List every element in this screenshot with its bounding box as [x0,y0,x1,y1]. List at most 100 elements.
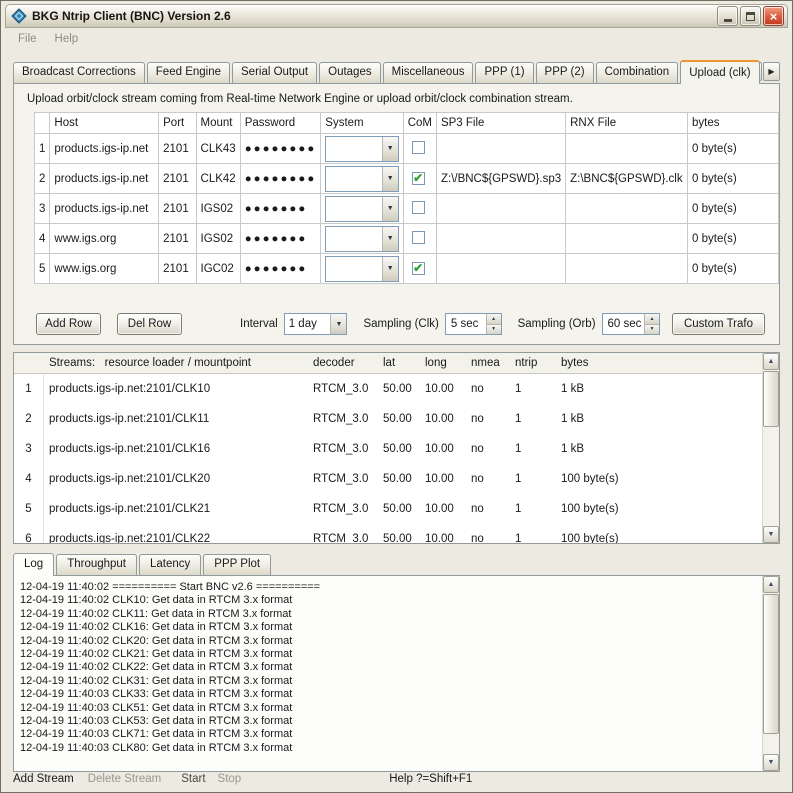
add-row-button[interactable]: Add Row [36,313,101,335]
tab-latency[interactable]: Latency [139,554,201,575]
sp3-file-cell[interactable] [436,194,565,224]
rnx-file-cell[interactable] [566,194,688,224]
spin-down-icon[interactable]: ▼ [487,325,501,335]
tab-ppp-1[interactable]: PPP (1) [475,62,533,83]
menu-file[interactable]: File [9,31,46,47]
scrollbar-track[interactable] [763,428,779,526]
streams-header-decoder: decoder [309,357,379,369]
chevron-down-icon[interactable]: ▼ [382,137,398,161]
tab-log[interactable]: Log [13,553,54,576]
del-row-button[interactable]: Del Row [117,313,182,335]
log-scrollbar[interactable]: ▲ ▼ [762,576,779,771]
tab-feed-engine[interactable]: Feed Engine [147,62,230,83]
com-checkbox[interactable] [412,201,425,214]
log-output[interactable]: 12-04-19 11:40:02 ========== Start BNC v… [14,576,762,771]
tab-upload-clk[interactable]: Upload (clk) [680,60,759,84]
sp3-file-cell[interactable] [436,254,565,284]
tab-combination[interactable]: Combination [596,62,679,83]
stop-button[interactable]: Stop [218,773,242,785]
mount-cell[interactable]: CLK43 [196,134,240,164]
rnx-file-cell[interactable] [566,254,688,284]
com-checkbox[interactable] [412,141,425,154]
com-checkbox[interactable]: ✔ [412,262,425,275]
minimize-icon [724,19,732,22]
password-field[interactable]: ●●●●●●● [240,224,321,254]
streams-scrollbar[interactable]: ▲ ▼ [762,353,779,543]
tab-broadcast-corrections[interactable]: Broadcast Corrections [13,62,145,83]
interval-combobox[interactable]: 1 day ▼ [284,313,348,335]
tab-ppp-2[interactable]: PPP (2) [536,62,594,83]
host-cell[interactable]: products.igs-ip.net [50,134,159,164]
minimize-button[interactable] [717,6,738,26]
start-button[interactable]: Start [181,773,205,785]
scroll-down-icon[interactable]: ▼ [763,526,779,543]
password-field[interactable]: ●●●●●●● [240,194,321,224]
rnx-file-cell[interactable] [566,224,688,254]
host-cell[interactable]: www.igs.org [50,224,159,254]
spin-up-icon[interactable]: ▲ [645,314,659,325]
chevron-down-icon[interactable]: ▼ [382,167,398,191]
delete-stream-button[interactable]: Delete Stream [88,773,162,785]
sp3-file-cell[interactable] [436,224,565,254]
rnx-file-cell[interactable] [566,134,688,164]
scrollbar-track[interactable] [763,735,779,754]
scrollbar-thumb[interactable] [763,594,779,734]
system-combobox[interactable]: ▼ [325,136,398,162]
tab-serial-output[interactable]: Serial Output [232,62,317,83]
stream-row[interactable]: 6products.igs-ip.net:2101/CLK22RTCM_3.05… [14,524,762,543]
sp3-file-cell[interactable]: Z:\/BNC${GPSWD}.sp3 [436,164,565,194]
chevron-down-icon[interactable]: ▼ [382,227,398,251]
port-cell[interactable]: 2101 [159,164,196,194]
sampling-orb-spinner[interactable]: 60 sec ▲ ▼ [602,313,660,335]
system-combobox[interactable]: ▼ [325,166,398,192]
sampling-clk-spinner[interactable]: 5 sec ▲ ▼ [445,313,502,335]
mount-cell[interactable]: IGC02 [196,254,240,284]
tab-scroll-right-button[interactable]: ▶ [763,62,780,81]
port-cell[interactable]: 2101 [159,134,196,164]
scroll-down-icon[interactable]: ▼ [763,754,779,771]
stream-row[interactable]: 1products.igs-ip.net:2101/CLK10RTCM_3.05… [14,374,762,404]
mount-cell[interactable]: IGS02 [196,194,240,224]
scrollbar-thumb[interactable] [763,371,779,427]
menu-help[interactable]: Help [46,31,88,47]
com-checkbox[interactable]: ✔ [412,172,425,185]
system-combobox[interactable]: ▼ [325,196,398,222]
chevron-down-icon[interactable]: ▼ [382,197,398,221]
password-field[interactable]: ●●●●●●●● [240,164,321,194]
host-cell[interactable]: products.igs-ip.net [50,164,159,194]
spin-down-icon[interactable]: ▼ [645,325,659,335]
add-stream-button[interactable]: Add Stream [13,773,74,785]
host-cell[interactable]: www.igs.org [50,254,159,284]
scroll-up-icon[interactable]: ▲ [763,353,779,370]
stream-row[interactable]: 4products.igs-ip.net:2101/CLK20RTCM_3.05… [14,464,762,494]
com-checkbox[interactable] [412,231,425,244]
port-cell[interactable]: 2101 [159,194,196,224]
titlebar[interactable]: BKG Ntrip Client (BNC) Version 2.6 × [5,4,788,28]
scroll-up-icon[interactable]: ▲ [763,576,779,593]
system-combobox[interactable]: ▼ [325,226,398,252]
port-cell[interactable]: 2101 [159,224,196,254]
custom-trafo-button[interactable]: Custom Trafo [672,313,765,335]
chevron-down-icon[interactable]: ▼ [330,314,346,334]
close-button[interactable]: × [763,6,784,26]
host-cell[interactable]: products.igs-ip.net [50,194,159,224]
tab-miscellaneous[interactable]: Miscellaneous [383,62,474,83]
password-field[interactable]: ●●●●●●●● [240,134,321,164]
stream-row[interactable]: 5products.igs-ip.net:2101/CLK21RTCM_3.05… [14,494,762,524]
streams-header-mountpoint: Streams: resource loader / mountpoint [44,357,309,369]
tab-outages[interactable]: Outages [319,62,380,83]
system-combobox[interactable]: ▼ [325,256,398,282]
rnx-file-cell[interactable]: Z:\BNC${GPSWD}.clk [566,164,688,194]
stream-row[interactable]: 3products.igs-ip.net:2101/CLK16RTCM_3.05… [14,434,762,464]
sp3-file-cell[interactable] [436,134,565,164]
mount-cell[interactable]: IGS02 [196,224,240,254]
port-cell[interactable]: 2101 [159,254,196,284]
stream-row[interactable]: 2products.igs-ip.net:2101/CLK11RTCM_3.05… [14,404,762,434]
password-field[interactable]: ●●●●●●● [240,254,321,284]
tab-throughput[interactable]: Throughput [56,554,137,575]
mount-cell[interactable]: CLK42 [196,164,240,194]
chevron-down-icon[interactable]: ▼ [382,257,398,281]
tab-ppp-plot[interactable]: PPP Plot [203,554,271,575]
spin-up-icon[interactable]: ▲ [487,314,501,325]
maximize-button[interactable] [740,6,761,26]
